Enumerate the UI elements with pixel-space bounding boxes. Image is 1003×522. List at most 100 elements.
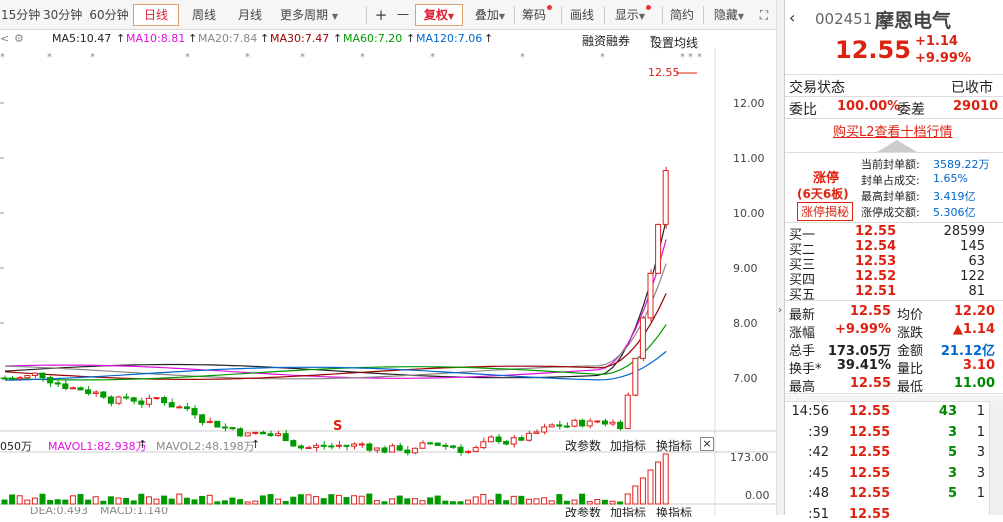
dropdown-icon: ▼	[638, 12, 646, 21]
period-weekly[interactable]: 周线	[186, 4, 222, 26]
stat-value: 12.55	[849, 376, 891, 391]
ma-collapse-icon[interactable]: <	[0, 32, 9, 45]
add-indicator-button[interactable]: 加指标	[610, 437, 646, 454]
price-axis-label: 8.00	[733, 317, 758, 330]
volume-bar	[328, 494, 335, 505]
up-arrow-icon: ↑	[138, 438, 148, 451]
collapse-up-icon[interactable]	[877, 140, 917, 152]
hide-button[interactable]: 隐藏▼	[706, 4, 752, 26]
tick-time: :51	[808, 506, 829, 522]
display-button[interactable]: 显示▼	[608, 4, 658, 26]
event-star-icon: *	[47, 52, 52, 63]
volume-bar	[115, 497, 122, 505]
fuquan-button[interactable]: 复权▼	[415, 4, 463, 26]
buy-l2-link[interactable]: 购买L2查看十档行情	[833, 121, 953, 140]
period-monthly[interactable]: 月线	[232, 4, 268, 26]
divider	[785, 401, 1003, 402]
volume-bar	[199, 495, 206, 505]
stock-code: 002451	[815, 10, 873, 28]
volume-bar	[305, 494, 312, 505]
event-star-icon: *	[90, 52, 95, 63]
ma10-value: MA10:8.81	[126, 32, 186, 45]
period-30min[interactable]: 30分钟	[42, 4, 82, 26]
close-icon[interactable]: ×	[700, 437, 714, 451]
volume-bar	[503, 500, 510, 505]
tick-price: 12.55	[849, 424, 891, 440]
stat-label: 换手*	[789, 362, 822, 377]
dropdown-icon: ▼	[737, 12, 745, 21]
candle-body	[586, 420, 593, 427]
switch-indicator-button[interactable]: 换指标	[656, 507, 692, 517]
stat-label: 总手	[789, 344, 816, 359]
tick-scrollbar[interactable]	[989, 401, 1003, 515]
add-indicator-button[interactable]: 加指标	[610, 507, 646, 517]
change-param-button[interactable]: 改参数	[565, 507, 601, 517]
stat-value: +9.99%	[835, 322, 891, 337]
volume-bars	[1, 453, 669, 505]
panel-splitter[interactable]: ›	[776, 0, 784, 515]
up-arrow-icon: ↑	[188, 32, 198, 45]
volume-bar	[525, 498, 532, 505]
zoom-out-button[interactable]: 一	[394, 4, 412, 26]
volume-bar	[427, 497, 434, 505]
volume-bar	[320, 498, 327, 505]
limit-reveal-button[interactable]: 涨停揭秘	[797, 202, 854, 221]
period-60min[interactable]: 60分钟	[88, 4, 130, 26]
volume-bar	[548, 500, 555, 505]
ma60-value: MA60:7.20	[343, 32, 403, 45]
volume-bar	[442, 500, 449, 505]
volume-bar	[252, 500, 259, 505]
event-star-icon: *	[430, 52, 435, 63]
volume-bar	[510, 495, 517, 505]
volume-bar	[54, 499, 61, 505]
volume-legend: 050万 MAVOL1:82.938万 ↑ MAVOL2:48.198万 ↑ 改…	[0, 437, 776, 453]
divider	[785, 222, 1003, 223]
vol-value: 050万	[0, 440, 32, 453]
tick-price: 12.55	[849, 465, 891, 481]
candle-body	[214, 420, 221, 428]
volume-bar	[183, 497, 190, 505]
simple-button[interactable]: 简约	[665, 4, 699, 26]
ma-settings-icon[interactable]: ⚙	[14, 32, 24, 45]
volume-bar	[168, 498, 175, 505]
period-more[interactable]: 更多周期 ▼	[276, 4, 342, 26]
switch-indicator-button[interactable]: 换指标	[656, 437, 692, 454]
collapse-arrow-icon[interactable]: ›	[778, 305, 782, 316]
candle-body	[221, 426, 228, 429]
candle-body	[267, 433, 274, 437]
volume-bar	[191, 499, 198, 505]
candle-body	[77, 387, 84, 391]
bid-price: 12.52	[855, 269, 897, 284]
margin-trading-link[interactable]: 融资融券	[582, 32, 630, 49]
period-daily[interactable]: 日线	[133, 4, 179, 26]
bid-volume: 63	[968, 254, 985, 269]
fullscreen-icon[interactable]: ⛶	[754, 4, 774, 26]
candle-body	[639, 317, 646, 359]
change-param-button[interactable]: 改参数	[565, 437, 601, 454]
tick-volume: 3	[947, 424, 957, 440]
tick-count: 1	[976, 424, 985, 440]
back-arrow-icon[interactable]: ‹	[789, 8, 795, 27]
chip-button[interactable]: 筹码	[518, 4, 556, 26]
candle-body	[1, 377, 8, 380]
event-star-icon: *	[185, 52, 190, 63]
overlay-button[interactable]: 叠加▼	[468, 4, 512, 26]
stat-label: 最新	[789, 308, 816, 323]
volume-bar	[358, 495, 365, 505]
volume-bar	[556, 494, 563, 505]
volume-bar	[373, 500, 380, 505]
ma30-value: MA30:7.47	[270, 32, 330, 45]
tick-price: 12.55	[849, 445, 891, 460]
volume-bar	[594, 499, 601, 505]
period-15min[interactable]: 15分钟	[0, 4, 40, 26]
volume-bar	[259, 495, 266, 505]
limit-info-value: 3.419亿	[933, 190, 976, 203]
limit-info-label: 当前封单额:	[861, 158, 920, 171]
tick-volume: 43	[938, 404, 957, 419]
draw-line-button[interactable]: 画线	[565, 4, 599, 26]
candle-body	[541, 426, 548, 433]
stat-value: ▲1.14	[952, 322, 995, 337]
event-star-icon: *	[300, 52, 305, 63]
volume-bar	[138, 493, 145, 505]
zoom-in-button[interactable]: +	[372, 4, 390, 26]
